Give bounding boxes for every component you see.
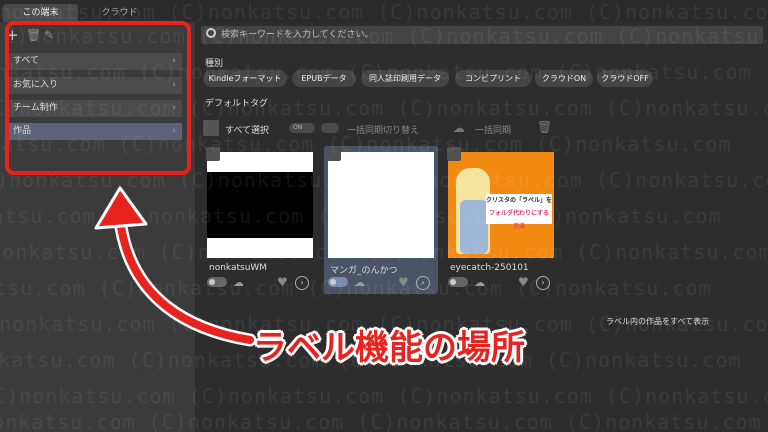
annotation-caption: ラベル機能の場所 (253, 328, 525, 368)
